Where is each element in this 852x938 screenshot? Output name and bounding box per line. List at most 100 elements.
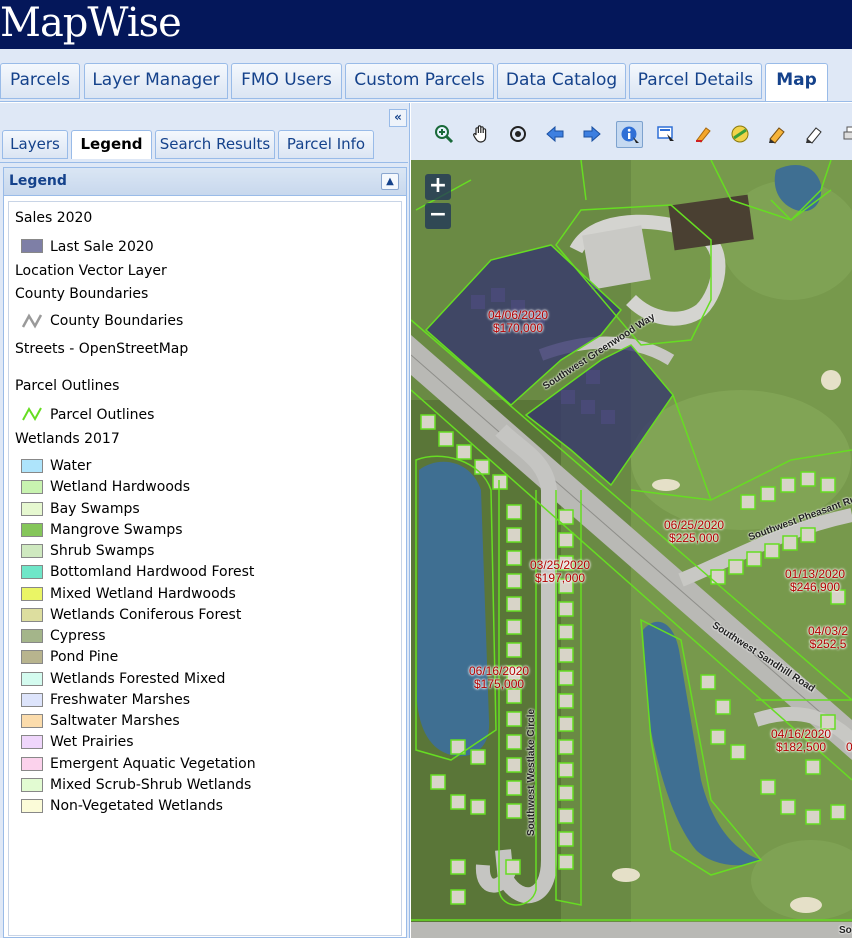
legend-item-label: Cypress bbox=[50, 628, 106, 644]
legend-swatch bbox=[21, 501, 43, 516]
legend-swatch bbox=[21, 692, 43, 707]
app-logo: MapWise bbox=[0, 0, 182, 46]
sale-price: $246,900 bbox=[790, 580, 841, 594]
edit-pencil-icon[interactable] bbox=[801, 121, 828, 148]
sale-date: 0 bbox=[846, 740, 852, 754]
draw-pencil-icon[interactable] bbox=[764, 121, 791, 148]
legend-swatch bbox=[21, 777, 43, 792]
zoom-out-button[interactable]: − bbox=[425, 203, 451, 229]
legend-item-label: Mixed Scrub-Shrub Wetlands bbox=[50, 776, 252, 793]
legend-swatch bbox=[21, 522, 43, 537]
identify-info-icon[interactable] bbox=[616, 121, 643, 148]
measure-globe-icon[interactable] bbox=[727, 121, 754, 148]
parcel-line-icon bbox=[22, 406, 42, 422]
legend-swatch bbox=[21, 544, 43, 558]
forward-arrow-icon[interactable] bbox=[579, 121, 606, 148]
legend-section-title: Location Vector Layer bbox=[15, 263, 167, 279]
tab-layers[interactable]: Layers bbox=[2, 130, 68, 159]
legend-swatch bbox=[21, 629, 43, 643]
legend-item-label: Wetland Hardwoods bbox=[50, 479, 191, 496]
legend-item-label: Freshwater Marshes bbox=[50, 691, 191, 708]
legend-swatch bbox=[21, 756, 43, 771]
aerial-imagery bbox=[411, 160, 852, 938]
legend-section-title: Parcel Outlines bbox=[15, 378, 120, 394]
sale-label[interactable]: 0 bbox=[846, 741, 852, 754]
back-arrow-icon[interactable] bbox=[542, 121, 569, 148]
legend-swatch bbox=[21, 650, 43, 665]
legend-swatch bbox=[21, 239, 43, 253]
legend-item-label: Non-Vegetated Wetlands bbox=[50, 798, 223, 814]
tab-search-results[interactable]: Search Results bbox=[155, 130, 275, 159]
street-label: So bbox=[839, 925, 852, 936]
tab-fmo-users[interactable]: FMO Users bbox=[231, 63, 342, 99]
left-panel: « Layers Legend Search Results Parcel In… bbox=[0, 103, 410, 938]
center-target-icon[interactable] bbox=[505, 121, 532, 148]
legend-swatch bbox=[21, 480, 43, 495]
legend-item-label: Mangrove Swamps bbox=[50, 521, 183, 538]
legend-item-label: Emergent Aquatic Vegetation bbox=[50, 755, 256, 772]
legend-item-label: Last Sale 2020 bbox=[50, 239, 154, 255]
tab-data-catalog[interactable]: Data Catalog bbox=[497, 63, 626, 99]
sale-label[interactable]: 03/25/2020 $197,000 bbox=[530, 559, 590, 585]
tab-layer-manager[interactable]: Layer Manager bbox=[84, 63, 228, 99]
sale-label[interactable]: 06/16/2020 $175,000 bbox=[469, 665, 529, 691]
legend-item-label: Bay Swamps bbox=[50, 500, 140, 517]
legend-item-label: Bottomland Hardwood Forest bbox=[50, 564, 255, 581]
legend-item-label: Pond Pine bbox=[50, 649, 119, 666]
legend-swatch bbox=[21, 799, 43, 813]
sale-label[interactable]: 04/03/2 $252,5 bbox=[808, 625, 848, 651]
legend-body: Sales 2020 Last Sale 2020 Location Vecto… bbox=[8, 201, 402, 936]
legend-swatch bbox=[21, 586, 43, 601]
main-tab-bar: Parcels Layer Manager FMO Users Custom P… bbox=[0, 49, 852, 102]
sale-price: $175,000 bbox=[474, 677, 525, 691]
legend-header: Legend ▲ bbox=[4, 168, 406, 196]
legend-title: Legend bbox=[9, 173, 67, 189]
legend-swatch bbox=[21, 714, 43, 728]
sale-label[interactable]: 06/25/2020 $225,000 bbox=[664, 519, 724, 545]
sale-price: $252,5 bbox=[809, 637, 847, 651]
legend-section-title: County Boundaries bbox=[15, 286, 149, 302]
legend-item-label: Wet Prairies bbox=[50, 734, 134, 751]
app-header: MapWise bbox=[0, 0, 852, 49]
legend-section-title: Wetlands 2017 bbox=[15, 431, 120, 447]
tab-parcels[interactable]: Parcels bbox=[0, 63, 80, 99]
legend-section-title: Streets - OpenStreetMap bbox=[15, 341, 189, 357]
legend-item-label: Saltwater Marshes bbox=[50, 713, 180, 729]
legend-item-label: Wetlands Coniferous Forest bbox=[50, 606, 242, 623]
county-line-icon bbox=[21, 313, 43, 329]
tab-legend[interactable]: Legend bbox=[71, 130, 152, 160]
highlight-marker-icon[interactable] bbox=[690, 121, 717, 148]
tab-parcel-details[interactable]: Parcel Details bbox=[629, 63, 762, 99]
sale-price: $197,000 bbox=[535, 571, 586, 585]
legend-swatch bbox=[21, 607, 43, 622]
legend-item-label: County Boundaries bbox=[50, 313, 184, 329]
legend-swatch bbox=[21, 565, 43, 580]
print-icon[interactable] bbox=[838, 121, 852, 148]
legend-swatch bbox=[21, 671, 43, 686]
pan-hand-icon[interactable] bbox=[468, 121, 495, 148]
legend-swatch bbox=[21, 459, 43, 473]
legend-panel: Legend ▲ Sales 2020 Last Sale 2020 Locat… bbox=[3, 167, 407, 938]
sale-label[interactable]: 04/06/2020 $170,000 bbox=[488, 309, 548, 335]
tab-custom-parcels[interactable]: Custom Parcels bbox=[345, 63, 494, 99]
legend-section-title: Sales 2020 bbox=[15, 210, 93, 226]
street-label: Southwest Westlake Circle bbox=[526, 708, 537, 836]
legend-item-label: Parcel Outlines bbox=[50, 407, 155, 423]
select-box-icon[interactable] bbox=[653, 121, 680, 148]
tab-parcel-info[interactable]: Parcel Info bbox=[278, 130, 374, 159]
legend-item-label: Water bbox=[50, 458, 92, 474]
collapse-panel-button[interactable]: « bbox=[389, 109, 407, 127]
zoom-in-button[interactable]: + bbox=[425, 174, 451, 200]
legend-item-label: Wetlands Forested Mixed bbox=[50, 670, 226, 687]
sale-price: $170,000 bbox=[493, 321, 544, 335]
legend-collapse-button[interactable]: ▲ bbox=[381, 173, 399, 190]
sale-price: $182,500 bbox=[776, 740, 827, 754]
sale-price: $225,000 bbox=[669, 531, 720, 545]
zoom-in-icon[interactable] bbox=[431, 121, 458, 148]
tab-map[interactable]: Map bbox=[765, 63, 828, 101]
map-canvas[interactable]: + − 04/06/2020 $170,000 06/25/2020 $225,… bbox=[411, 160, 852, 938]
sale-label[interactable]: 01/13/2020 $246,900 bbox=[785, 568, 845, 594]
sale-label[interactable]: 04/16/2020 $182,500 bbox=[771, 728, 831, 754]
map-toolbar bbox=[411, 103, 852, 161]
legend-swatch bbox=[21, 735, 43, 750]
